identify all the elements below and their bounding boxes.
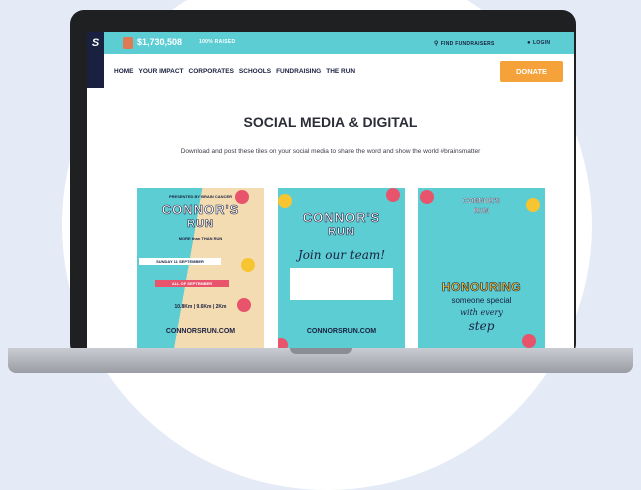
social-tile-honouring[interactable]: CONNOR'S RUN HONOURING someone special w…	[418, 188, 545, 350]
login-label: LOGIN	[532, 40, 551, 46]
tile-line-4: step	[468, 319, 495, 333]
nav-item-your-impact[interactable]: YOUR IMPACT	[139, 68, 184, 75]
tile-date-1: SUNDAY 11 SEPTEMBER	[139, 258, 221, 265]
find-fundraisers-label: FIND FUNDRAISERS	[440, 41, 495, 47]
find-fundraisers-link[interactable]: ⚲ FIND FUNDRAISERS	[434, 40, 495, 47]
tile-line-2: someone special	[451, 296, 512, 305]
nav-item-the-run[interactable]: THE RUN	[326, 68, 355, 75]
user-icon: ●	[527, 40, 531, 46]
tile-title-line2: RUN	[328, 226, 355, 239]
umbrella-icon	[386, 188, 400, 202]
login-link[interactable]: ● LOGIN	[527, 40, 550, 46]
social-tile-join-team[interactable]: CONNOR'S RUN Join our team! CONNORSRUN.C…	[278, 188, 405, 350]
tile-title-line1: CONNOR'S	[462, 198, 501, 205]
umbrella-icon	[278, 194, 292, 208]
umbrella-icon	[522, 334, 536, 348]
tile-title-line1: CONNOR'S	[161, 202, 240, 218]
brain-icon	[123, 37, 133, 49]
site-logo[interactable]: S	[87, 32, 104, 88]
tile-date-2: ALL OF SEPTEMBER	[155, 280, 229, 287]
donate-button[interactable]: DONATE	[500, 61, 563, 82]
tile-headline: HONOURING	[441, 280, 522, 295]
umbrella-icon	[241, 258, 255, 272]
tile-title-line1: CONNOR'S	[302, 210, 381, 226]
tile-top-note: PRESENTED BY BRAIN CANCER	[168, 194, 233, 199]
nav-item-schools[interactable]: SCHOOLS	[239, 68, 271, 75]
nav-item-fundraising[interactable]: FUNDRAISING	[276, 68, 321, 75]
tile-title-line2: RUN	[473, 208, 490, 215]
top-bar: $1,730,508 100% RAISED ⚲ FIND FUNDRAISERS…	[87, 32, 574, 54]
tile-distances: 10.8Km | 9.6Km | 2Km	[174, 304, 227, 310]
tile-script: Join our team!	[297, 248, 386, 262]
search-icon: ⚲	[434, 41, 439, 47]
tile-tagline: MORE than THAN RUN	[178, 236, 223, 241]
tile-name-panel	[290, 268, 393, 300]
social-tile-poster[interactable]: PRESENTED BY BRAIN CANCER CONNOR'S RUN M…	[137, 188, 264, 350]
page-subtitle: Download and post these tiles on your so…	[180, 148, 481, 155]
nav-item-corporates[interactable]: CORPORATES	[189, 68, 234, 75]
raised-amount: $1,730,508	[137, 37, 183, 47]
laptop-notch	[290, 348, 352, 354]
tile-line-3: with every	[460, 308, 503, 317]
tile-title-line2: RUN	[187, 218, 214, 231]
browser-screen: $1,730,508 100% RAISED ⚲ FIND FUNDRAISERS…	[87, 32, 574, 350]
tile-url: CONNORSRUN.COM	[306, 328, 377, 335]
raised-label: 100% RAISED	[199, 39, 236, 45]
page-title: SOCIAL MEDIA & DIGITAL	[243, 114, 418, 130]
main-nav: HOME YOUR IMPACT CORPORATES SCHOOLS FUND…	[114, 68, 355, 75]
tile-url: CONNORSRUN.COM	[165, 328, 236, 335]
nav-item-home[interactable]: HOME	[114, 68, 134, 75]
